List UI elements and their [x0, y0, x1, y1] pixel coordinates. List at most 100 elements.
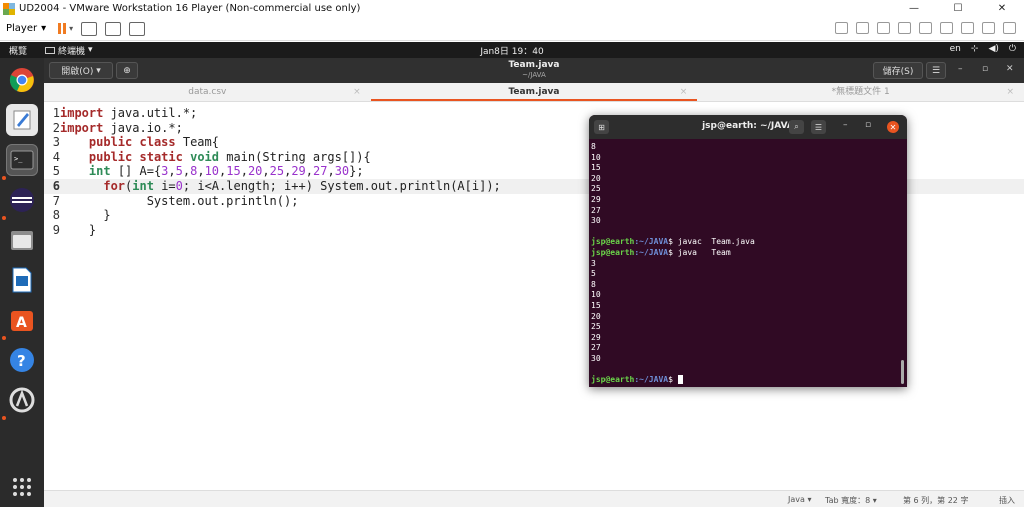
- code-token: for: [103, 179, 126, 193]
- power-icon[interactable]: ⏻: [1009, 44, 1016, 54]
- terminal-cursor: [677, 375, 683, 385]
- tab-untitled[interactable]: *無標題文件 1 ×: [697, 83, 1024, 101]
- prompt-path: :~/JAVA: [634, 375, 669, 385]
- cd-icon[interactable]: [877, 22, 890, 34]
- terminal-line: 15: [591, 300, 601, 310]
- code-token: 5: [175, 164, 183, 179]
- terminal-line: 3: [591, 258, 596, 268]
- terminal-line: 27: [591, 343, 601, 353]
- prompt-user: jsp@earth: [591, 237, 635, 247]
- eclipse-icon[interactable]: [6, 184, 38, 216]
- code-token: 29: [291, 164, 306, 179]
- code-token: int: [132, 179, 154, 193]
- vmware-logo-icon: [3, 2, 15, 15]
- tab-data-csv[interactable]: data.csv ×: [44, 83, 371, 101]
- minimize-icon[interactable]: –: [843, 120, 848, 130]
- device-icon[interactable]: [835, 22, 848, 34]
- writer-icon[interactable]: [6, 264, 38, 296]
- printer-icon[interactable]: [940, 22, 953, 34]
- terminal-line: 27: [591, 205, 601, 215]
- code-token: 20: [247, 164, 263, 179]
- message-icon[interactable]: [1003, 22, 1016, 34]
- insert-mode: 插入: [999, 496, 1015, 505]
- tab-close-icon[interactable]: ×: [353, 83, 361, 101]
- svg-text:>_: >_: [14, 155, 23, 163]
- updater-icon[interactable]: [6, 384, 38, 416]
- terminal-line: 25: [591, 322, 601, 332]
- software-center-icon[interactable]: A: [6, 304, 38, 336]
- usb-icon[interactable]: [919, 22, 932, 34]
- hamburger-menu-icon[interactable]: ☰: [926, 62, 946, 79]
- terminal-output[interactable]: 8 10 15 20 25 29 27 30 jsp@earth:~/JAVA$ javac T…: [591, 142, 901, 386]
- terminal-scrollbar[interactable]: [901, 360, 904, 384]
- tab-close-icon[interactable]: ×: [1006, 83, 1014, 101]
- line-number: 7: [52, 193, 60, 208]
- code-token: i=: [153, 179, 176, 193]
- code-token: ,: [305, 164, 314, 179]
- tab-label: data.csv: [188, 87, 227, 97]
- minimize-icon[interactable]: –: [958, 64, 963, 74]
- volume-icon[interactable]: ◀): [988, 44, 998, 54]
- terminal-line: 8: [591, 279, 596, 289]
- code-token: [] A={: [110, 164, 162, 179]
- network-adapter-icon[interactable]: [898, 22, 911, 34]
- tab-width-selector[interactable]: Tab 寬度：8 ▾: [825, 495, 877, 506]
- maximize-button[interactable]: ☐: [936, 0, 980, 17]
- maximize-icon[interactable]: ▫: [865, 120, 871, 130]
- close-button[interactable]: ✕: [980, 0, 1024, 17]
- display-icon[interactable]: [982, 22, 995, 34]
- chrome-icon[interactable]: [6, 64, 38, 96]
- terminal-icon[interactable]: >_: [6, 144, 38, 176]
- vmware-title-bar: UD2004 - VMware Workstation 16 Player (N…: [0, 0, 1024, 17]
- prompt-user: jsp@earth: [591, 247, 635, 257]
- code-token: Team{: [175, 135, 219, 150]
- clock[interactable]: Jan8日 19：40: [0, 44, 1024, 57]
- help-icon[interactable]: ?: [6, 344, 38, 376]
- hamburger-menu-icon[interactable]: ☰: [811, 120, 826, 134]
- hard-disk-icon[interactable]: [856, 22, 869, 34]
- minimize-button[interactable]: —: [892, 0, 936, 17]
- code-token: java.util.*;: [103, 106, 198, 120]
- unity-icon[interactable]: [129, 21, 146, 36]
- line-number: 9: [52, 222, 60, 237]
- line-number: 3: [52, 135, 60, 150]
- terminal-window[interactable]: ⊞ jsp@earth: ~/JAVA ⌕ ☰ – ▫ ✕ 8 10 15 20 25 2…: [589, 115, 907, 387]
- terminal-line: 15: [591, 163, 601, 173]
- code-token: System.out.println();: [60, 193, 299, 208]
- tab-close-icon[interactable]: ×: [680, 83, 688, 101]
- code-token: class: [139, 135, 176, 150]
- send-ctrl-alt-del-icon[interactable]: [81, 21, 98, 36]
- vmware-toolbar: Player ▾ ▾: [0, 17, 1024, 41]
- player-menu-button[interactable]: Player ▾: [6, 23, 46, 34]
- terminal-line: 20: [591, 173, 601, 183]
- search-icon[interactable]: ⌕: [789, 120, 804, 134]
- pause-icon[interactable]: [58, 23, 67, 34]
- code-token: ,: [168, 164, 176, 179]
- prompt-user: jsp@earth: [591, 375, 635, 385]
- code-token: ,: [327, 164, 335, 179]
- pause-dropdown-icon[interactable]: ▾: [69, 24, 73, 33]
- code-token: }: [60, 208, 111, 223]
- fullscreen-icon[interactable]: [105, 21, 122, 36]
- tab-team-java[interactable]: Team.java ×: [370, 83, 698, 101]
- network-icon[interactable]: ⊹: [971, 44, 979, 54]
- text-editor-icon[interactable]: [6, 104, 38, 136]
- terminal-line: 25: [591, 184, 601, 194]
- save-button[interactable]: 儲存(S): [873, 62, 923, 79]
- input-method-indicator[interactable]: en: [950, 44, 961, 54]
- code-token: 27: [313, 164, 328, 179]
- show-apps-icon[interactable]: [6, 471, 38, 503]
- sound-icon[interactable]: [961, 22, 974, 34]
- terminal-line: jsp@earth:~/JAVA$: [591, 375, 901, 386]
- close-icon[interactable]: ✕: [887, 121, 899, 133]
- maximize-icon[interactable]: ▫: [982, 64, 988, 74]
- code-token: 10: [204, 164, 220, 179]
- close-icon[interactable]: ✕: [1006, 64, 1014, 74]
- terminal-line: 30: [591, 353, 601, 363]
- files-icon[interactable]: [6, 224, 38, 256]
- language-selector[interactable]: Java ▾: [788, 495, 811, 504]
